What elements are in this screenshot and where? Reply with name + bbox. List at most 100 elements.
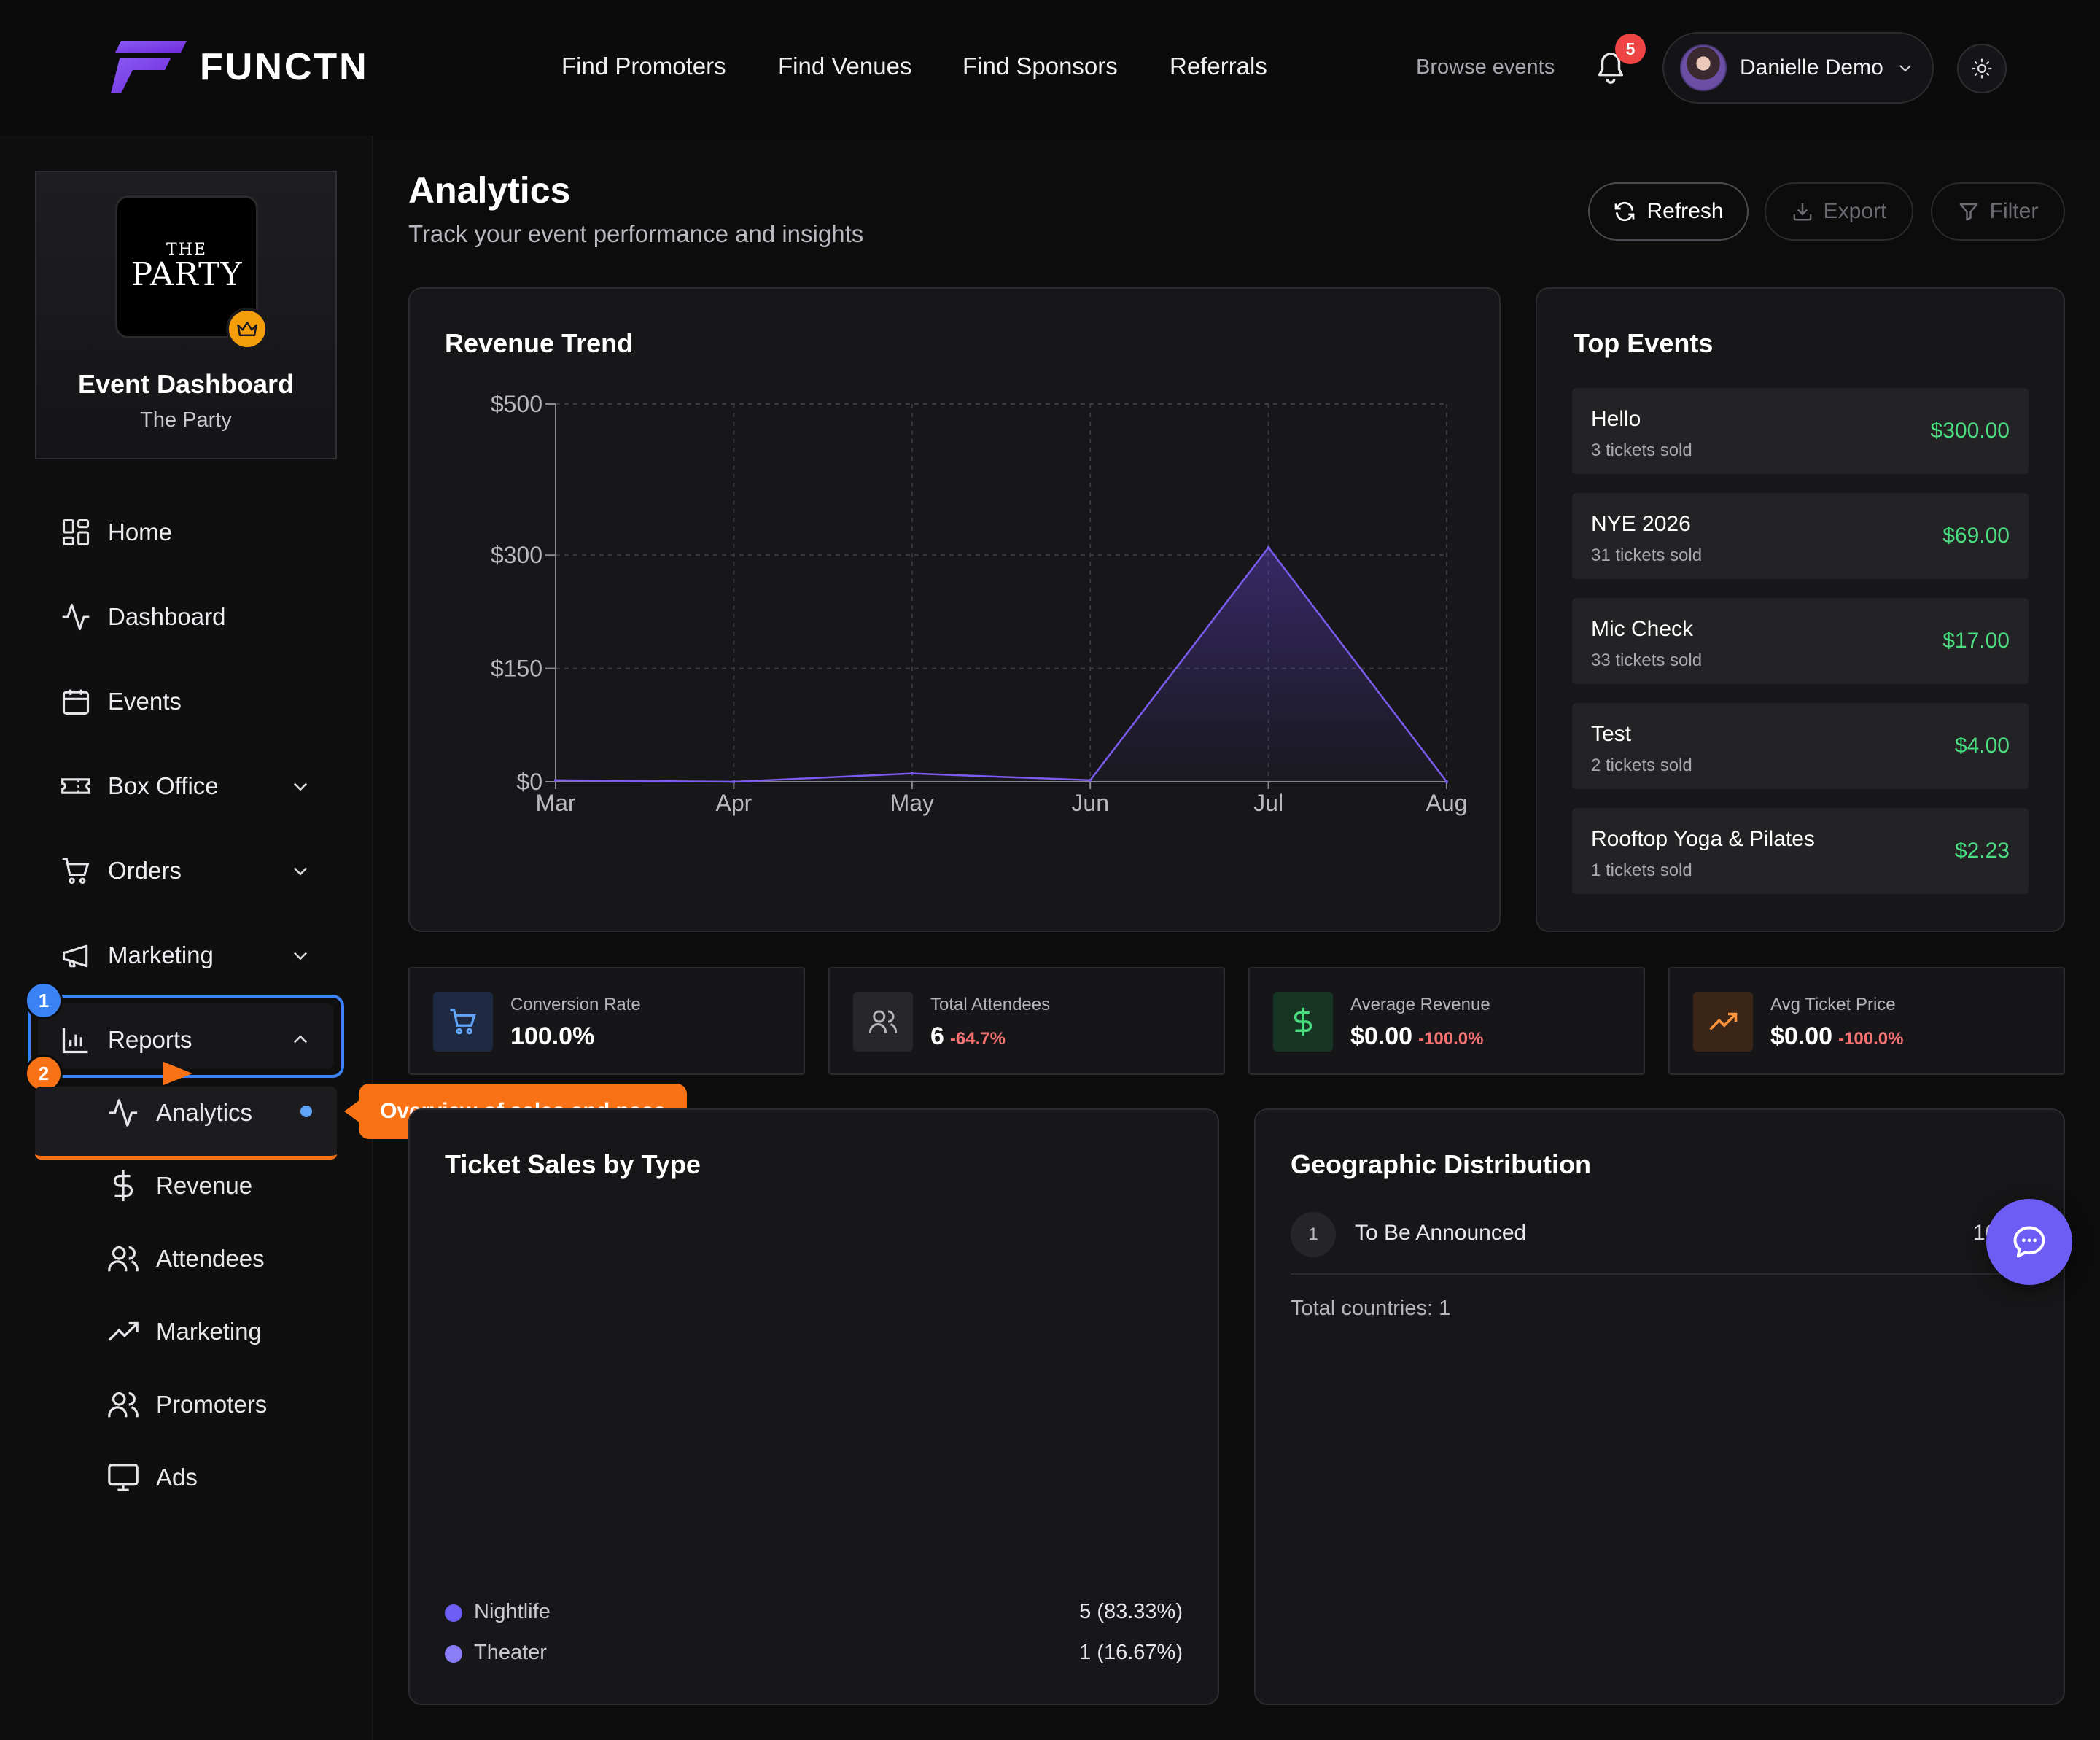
users-icon [869, 1010, 897, 1033]
download-icon [1793, 203, 1812, 221]
sidebar-item-box-office[interactable]: Box Office [60, 764, 219, 808]
y-tick-label: $300 [491, 542, 542, 568]
legend-value: 5 (83.33%) [1079, 1600, 1183, 1623]
event-tickets-sold: 2 tickets sold [1591, 756, 1692, 775]
data-point [554, 778, 557, 782]
sidebar-item-reports[interactable]: Reports [60, 1018, 192, 1062]
filter-button[interactable]: Filter [1931, 182, 2065, 241]
list-item[interactable]: Rooftop Yoga & Pilates 1 tickets sold $2… [1572, 808, 2029, 894]
nav-find-venues[interactable]: Find Venues [778, 53, 911, 80]
revenue-trend-chart: $500$300$150$0Mar Apr May Jun Jul Aug [491, 391, 1468, 816]
event-name: Rooftop Yoga & Pilates [1591, 827, 1815, 851]
step-badge-1: 1 [25, 982, 63, 1019]
location-name: To Be Announced [1355, 1221, 1527, 1245]
chevron-down-icon[interactable] [290, 776, 311, 796]
nav-referrals[interactable]: Referrals [1170, 53, 1267, 80]
stat-icon-box [1693, 992, 1753, 1052]
browse-events-link[interactable]: Browse events [1416, 55, 1555, 79]
event-tickets-sold: 31 tickets sold [1591, 545, 1703, 565]
list-item[interactable]: Hello 3 tickets sold $300.00 [1572, 388, 2029, 474]
stat-icon-box [433, 992, 493, 1052]
user-menu-button[interactable]: Danielle Demo [1662, 32, 1934, 104]
trending-up-icon [108, 1321, 139, 1341]
refresh-icon [1615, 201, 1635, 222]
sidebar-item-marketing[interactable]: Marketing [60, 933, 214, 977]
cart-icon [450, 1009, 476, 1035]
stat-value-row: $0.00 -100.0% [1770, 1022, 1903, 1051]
user-name: Danielle Demo [1740, 55, 1883, 79]
sun-icon [1972, 58, 1992, 79]
trending-up-icon [1709, 1012, 1738, 1030]
cart-icon [62, 857, 90, 885]
sidebar-subitem-analytics[interactable]: Analytics [106, 1091, 252, 1135]
chat-button[interactable] [1986, 1199, 2072, 1285]
sidebar-subitem-promoters[interactable]: Promoters [106, 1383, 267, 1426]
functn-logo-icon [111, 41, 187, 93]
stat-card-conversion-rate: Conversion Rate 100.0% [408, 967, 805, 1075]
stat-card-total-attendees: Total Attendees 6 -64.7% [828, 967, 1225, 1075]
sidebar-item-label: Box Office [108, 772, 219, 799]
revenue-area [556, 547, 1447, 782]
activity-icon [62, 603, 90, 631]
x-tick-label: Jun [1071, 790, 1109, 816]
notification-badge: 5 [1615, 34, 1646, 64]
bar-chart-icon [62, 1028, 88, 1054]
event-tickets-sold: 3 tickets sold [1591, 440, 1692, 460]
data-point [1089, 778, 1092, 782]
data-point [732, 780, 736, 783]
y-tick-label: $500 [491, 391, 542, 417]
stat-label: Conversion Rate [510, 995, 641, 1014]
page-subtitle: Track your event performance and insight… [408, 220, 864, 247]
refresh-button[interactable]: Refresh [1588, 182, 1749, 241]
chevron-down-icon [1899, 65, 1911, 72]
stat-change: -64.7% [949, 1029, 1006, 1049]
data-point [910, 772, 914, 775]
legend-item: Theater 1 (16.67%) [445, 1639, 1183, 1669]
sidebar-item-home[interactable]: Home [60, 510, 172, 554]
monitor-icon [108, 1464, 139, 1491]
stat-card-average-revenue: Average Revenue $0.00 -100.0% [1248, 967, 1645, 1075]
sidebar-item-orders[interactable]: Orders [60, 849, 182, 893]
x-tick-label: Aug [1426, 790, 1468, 816]
users-icon [108, 1392, 139, 1418]
sidebar-item-dashboard[interactable]: Dashboard [60, 595, 225, 639]
nav-find-promoters[interactable]: Find Promoters [561, 53, 726, 80]
sidebar-subitem-label: Ads [156, 1464, 198, 1491]
y-tick-label: $150 [491, 656, 542, 682]
data-point [1445, 780, 1448, 783]
sidebar-subitem-marketing[interactable]: Marketing [106, 1310, 262, 1353]
functn-logo[interactable]: FUNCTN [111, 39, 369, 95]
event-name: Test [1591, 722, 1632, 746]
stat-icon-box [1273, 992, 1333, 1052]
stat-icon-box [853, 992, 913, 1052]
list-item[interactable]: Test 2 tickets sold $4.00 [1572, 703, 2029, 789]
stat-value-row: 100.0% [510, 1022, 594, 1051]
rank-badge: 1 [1291, 1212, 1336, 1257]
event-amount: $69.00 [1942, 524, 2010, 548]
active-indicator-dot [300, 1106, 312, 1117]
event-tickets-sold: 33 tickets sold [1591, 650, 1703, 670]
legend-dot [445, 1645, 462, 1663]
chevron-down-icon[interactable] [290, 945, 311, 966]
legend-dot [445, 1604, 462, 1622]
sidebar-subitem-attendees[interactable]: Attendees [106, 1237, 265, 1281]
sidebar-item-label: Reports [108, 1026, 192, 1053]
chevron-up-icon[interactable] [290, 1030, 311, 1050]
export-button[interactable]: Export [1765, 182, 1913, 241]
list-item[interactable]: Mic Check 33 tickets sold $17.00 [1572, 598, 2029, 684]
theme-toggle-button[interactable] [1957, 44, 2007, 93]
nav-find-sponsors[interactable]: Find Sponsors [962, 53, 1118, 80]
sidebar-subitem-ads[interactable]: Ads [106, 1456, 198, 1499]
event-name: Hello [1591, 407, 1641, 431]
chevron-down-icon[interactable] [290, 861, 311, 881]
revenue-trend-title: Revenue Trend [445, 328, 634, 358]
event-amount: $2.23 [1954, 839, 2010, 863]
sidebar-subitem-revenue[interactable]: Revenue [106, 1164, 252, 1208]
sidebar-item-label: Events [108, 688, 182, 715]
list-item[interactable]: NYE 2026 31 tickets sold $69.00 [1572, 493, 2029, 579]
legend-label: Theater [474, 1641, 547, 1664]
sidebar-item-events[interactable]: Events [60, 680, 182, 723]
stat-value: 100.0% [510, 1022, 595, 1050]
event-amount: $4.00 [1954, 734, 2010, 758]
x-tick-label: Jul [1253, 790, 1283, 816]
